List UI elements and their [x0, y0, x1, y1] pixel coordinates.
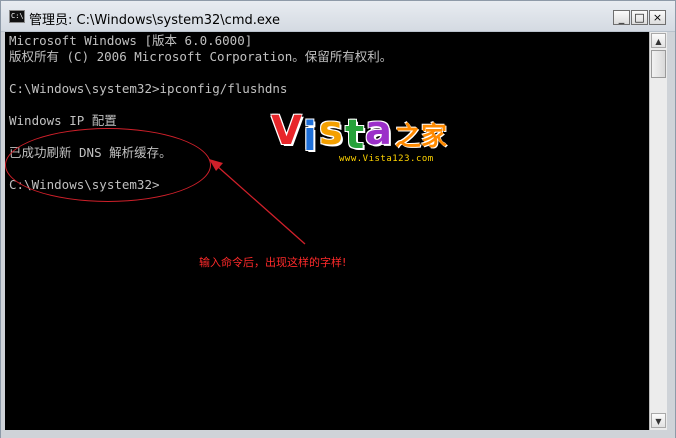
- annotation-text: 输入命令后，出现这样的字样!: [199, 256, 347, 269]
- title-bar[interactable]: C:\ 管理员: C:\Windows\system32\cmd.exe _ □…: [1, 1, 675, 32]
- scroll-down-icon[interactable]: ▼: [651, 413, 666, 428]
- cmd-window: C:\ 管理员: C:\Windows\system32\cmd.exe _ □…: [0, 0, 676, 438]
- vertical-scrollbar[interactable]: ▲ ▼: [649, 32, 667, 430]
- maximize-button[interactable]: □: [631, 10, 648, 25]
- close-button[interactable]: ×: [649, 10, 666, 25]
- console-output[interactable]: Microsoft Windows [版本 6.0.6000] 版权所有 (C)…: [5, 32, 649, 430]
- annotation-arrow-icon: [209, 159, 306, 245]
- window-bottom-border: [1, 430, 675, 438]
- window-title: 管理员: C:\Windows\system32\cmd.exe: [29, 13, 280, 28]
- minimize-button[interactable]: _: [613, 10, 630, 25]
- cmd-app-icon[interactable]: C:\: [9, 10, 25, 23]
- scroll-up-icon[interactable]: ▲: [651, 33, 666, 48]
- scroll-thumb[interactable]: [651, 50, 666, 78]
